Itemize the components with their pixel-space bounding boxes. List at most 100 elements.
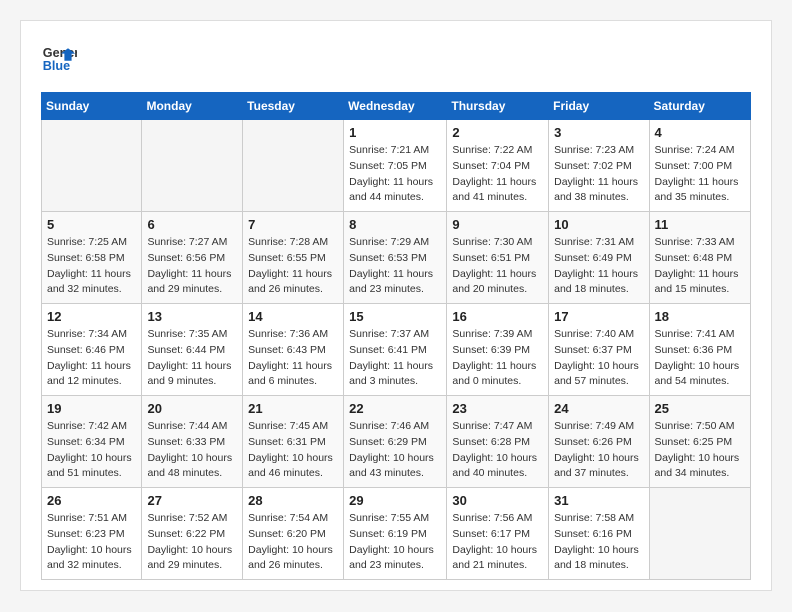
calendar-cell [243,120,344,212]
calendar-cell: 25 Sunrise: 7:50 AM Sunset: 6:25 PM Dayli… [649,396,750,488]
day-header-monday: Monday [142,93,243,120]
day-info: Sunrise: 7:54 AM Sunset: 6:20 PM Dayligh… [248,511,338,574]
day-info: Sunrise: 7:35 AM Sunset: 6:44 PM Dayligh… [147,327,237,390]
day-number: 27 [147,493,237,508]
day-number: 11 [655,217,745,232]
calendar-cell: 3 Sunrise: 7:23 AM Sunset: 7:02 PM Daylig… [549,120,649,212]
calendar-cell: 13Sunrise: 7:35 AM Sunset: 6:44 PM Dayli… [142,304,243,396]
calendar-week-1: 1Sunrise: 7:21 AM Sunset: 7:05 PM Daylig… [42,120,751,212]
day-info: Sunrise: 7:45 AM Sunset: 6:31 PM Dayligh… [248,419,338,482]
calendar-cell: 16Sunrise: 7:39 AM Sunset: 6:39 PM Dayli… [447,304,549,396]
calendar-cell: 12 Sunrise: 7:34 AM Sunset: 6:46 PM Dayli… [42,304,142,396]
calendar-table: SundayMondayTuesdayWednesdayThursdayFrid… [41,92,751,580]
day-info: Sunrise: 7:24 AM Sunset: 7:00 PM Dayligh… [655,143,745,206]
calendar-cell: 26 Sunrise: 7:51 AM Sunset: 6:23 PM Dayli… [42,488,142,580]
calendar-cell: 30 Sunrise: 7:56 AM Sunset: 6:17 PM Dayli… [447,488,549,580]
day-info: Sunrise: 7:51 AM Sunset: 6:23 PM Dayligh… [47,511,136,574]
day-info: Sunrise: 7:29 AM Sunset: 6:53 PM Dayligh… [349,235,441,298]
day-header-tuesday: Tuesday [243,93,344,120]
calendar-cell: 8 Sunrise: 7:29 AM Sunset: 6:53 PM Daylig… [344,212,447,304]
calendar-cell: 10 Sunrise: 7:31 AM Sunset: 6:49 PM Dayli… [549,212,649,304]
calendar-cell: 1Sunrise: 7:21 AM Sunset: 7:05 PM Daylig… [344,120,447,212]
calendar-cell: 6 Sunrise: 7:27 AM Sunset: 6:56 PM Daylig… [142,212,243,304]
day-number: 26 [47,493,136,508]
day-info: Sunrise: 7:22 AM Sunset: 7:04 PM Dayligh… [452,143,543,206]
day-info: Sunrise: 7:44 AM Sunset: 6:33 PM Dayligh… [147,419,237,482]
day-number: 9 [452,217,543,232]
day-header-wednesday: Wednesday [344,93,447,120]
day-number: 10 [554,217,643,232]
day-info: Sunrise: 7:49 AM Sunset: 6:26 PM Dayligh… [554,419,643,482]
day-number: 14 [248,309,338,324]
calendar-cell: 7Sunrise: 7:28 AM Sunset: 6:55 PM Daylig… [243,212,344,304]
day-info: Sunrise: 7:25 AM Sunset: 6:58 PM Dayligh… [47,235,136,298]
day-info: Sunrise: 7:52 AM Sunset: 6:22 PM Dayligh… [147,511,237,574]
calendar-cell: 2 Sunrise: 7:22 AM Sunset: 7:04 PM Daylig… [447,120,549,212]
day-header-saturday: Saturday [649,93,750,120]
calendar-cell: 5Sunrise: 7:25 AM Sunset: 6:58 PM Daylig… [42,212,142,304]
day-info: Sunrise: 7:27 AM Sunset: 6:56 PM Dayligh… [147,235,237,298]
day-info: Sunrise: 7:36 AM Sunset: 6:43 PM Dayligh… [248,327,338,390]
day-number: 18 [655,309,745,324]
day-number: 19 [47,401,136,416]
day-number: 23 [452,401,543,416]
day-info: Sunrise: 7:47 AM Sunset: 6:28 PM Dayligh… [452,419,543,482]
calendar-cell: 27 Sunrise: 7:52 AM Sunset: 6:22 PM Dayli… [142,488,243,580]
logo: General Blue [41,41,77,77]
day-number: 29 [349,493,441,508]
day-info: Sunrise: 7:37 AM Sunset: 6:41 PM Dayligh… [349,327,441,390]
day-number: 3 [554,125,643,140]
day-info: Sunrise: 7:40 AM Sunset: 6:37 PM Dayligh… [554,327,643,390]
day-number: 30 [452,493,543,508]
day-number: 28 [248,493,338,508]
calendar-cell: 11 Sunrise: 7:33 AM Sunset: 6:48 PM Dayli… [649,212,750,304]
calendar-cell [142,120,243,212]
calendar-cell: 31Sunrise: 7:58 AM Sunset: 6:16 PM Dayli… [549,488,649,580]
day-info: Sunrise: 7:31 AM Sunset: 6:49 PM Dayligh… [554,235,643,298]
calendar-header-row: SundayMondayTuesdayWednesdayThursdayFrid… [42,93,751,120]
calendar-cell: 18 Sunrise: 7:41 AM Sunset: 6:36 PM Dayli… [649,304,750,396]
day-info: Sunrise: 7:46 AM Sunset: 6:29 PM Dayligh… [349,419,441,482]
page-header: General Blue [41,41,751,77]
day-number: 4 [655,125,745,140]
calendar-cell [649,488,750,580]
day-info: Sunrise: 7:34 AM Sunset: 6:46 PM Dayligh… [47,327,136,390]
calendar-cell: 14 Sunrise: 7:36 AM Sunset: 6:43 PM Dayli… [243,304,344,396]
day-info: Sunrise: 7:41 AM Sunset: 6:36 PM Dayligh… [655,327,745,390]
svg-text:Blue: Blue [43,59,70,73]
day-info: Sunrise: 7:23 AM Sunset: 7:02 PM Dayligh… [554,143,643,206]
logo-icon: General Blue [41,41,77,77]
day-info: Sunrise: 7:55 AM Sunset: 6:19 PM Dayligh… [349,511,441,574]
day-number: 7 [248,217,338,232]
day-number: 21 [248,401,338,416]
calendar-cell: 19 Sunrise: 7:42 AM Sunset: 6:34 PM Dayli… [42,396,142,488]
calendar-cell: 21 Sunrise: 7:45 AM Sunset: 6:31 PM Dayli… [243,396,344,488]
calendar-cell [42,120,142,212]
day-info: Sunrise: 7:30 AM Sunset: 6:51 PM Dayligh… [452,235,543,298]
calendar-cell: 28 Sunrise: 7:54 AM Sunset: 6:20 PM Dayli… [243,488,344,580]
calendar-cell: 24 Sunrise: 7:49 AM Sunset: 6:26 PM Dayli… [549,396,649,488]
day-info: Sunrise: 7:42 AM Sunset: 6:34 PM Dayligh… [47,419,136,482]
day-info: Sunrise: 7:39 AM Sunset: 6:39 PM Dayligh… [452,327,543,390]
calendar-week-4: 19 Sunrise: 7:42 AM Sunset: 6:34 PM Dayli… [42,396,751,488]
calendar-cell: 17 Sunrise: 7:40 AM Sunset: 6:37 PM Dayli… [549,304,649,396]
calendar-cell: 20Sunrise: 7:44 AM Sunset: 6:33 PM Dayli… [142,396,243,488]
calendar-cell: 4 Sunrise: 7:24 AM Sunset: 7:00 PM Daylig… [649,120,750,212]
day-number: 17 [554,309,643,324]
day-number: 25 [655,401,745,416]
day-info: Sunrise: 7:50 AM Sunset: 6:25 PM Dayligh… [655,419,745,482]
day-info: Sunrise: 7:56 AM Sunset: 6:17 PM Dayligh… [452,511,543,574]
day-number: 24 [554,401,643,416]
calendar-cell: 9 Sunrise: 7:30 AM Sunset: 6:51 PM Daylig… [447,212,549,304]
day-number: 31 [554,493,643,508]
day-info: Sunrise: 7:21 AM Sunset: 7:05 PM Dayligh… [349,143,441,206]
day-number: 6 [147,217,237,232]
day-number: 8 [349,217,441,232]
calendar-week-5: 26 Sunrise: 7:51 AM Sunset: 6:23 PM Dayli… [42,488,751,580]
day-info: Sunrise: 7:33 AM Sunset: 6:48 PM Dayligh… [655,235,745,298]
calendar-cell: 29 Sunrise: 7:55 AM Sunset: 6:19 PM Dayli… [344,488,447,580]
day-number: 2 [452,125,543,140]
day-header-sunday: Sunday [42,93,142,120]
calendar-week-3: 12 Sunrise: 7:34 AM Sunset: 6:46 PM Dayli… [42,304,751,396]
day-number: 12 [47,309,136,324]
